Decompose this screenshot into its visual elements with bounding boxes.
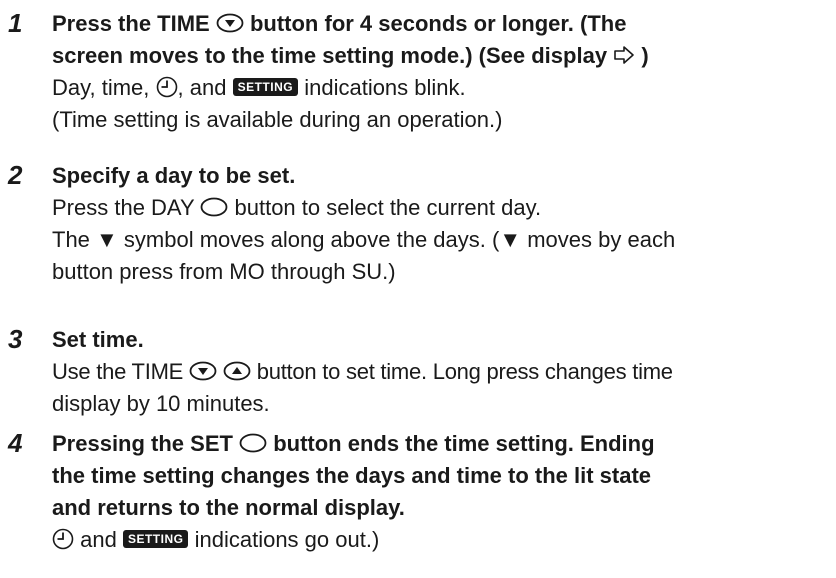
heading-text: Pressing the SET — [52, 431, 233, 456]
step-body-line: and SETTING indications go out.) — [52, 524, 826, 556]
step-heading: Specify a day to be set. — [52, 163, 296, 188]
blank-oval-button-icon — [239, 433, 267, 453]
step-body-line: (Time setting is available during an ope… — [52, 107, 503, 132]
heading-text: ) — [641, 43, 649, 68]
clock-icon — [52, 528, 74, 550]
instruction-page: 1 Press the TIME button for 4 seconds or… — [0, 0, 836, 578]
step-content: Specify a day to be set. Press the DAY b… — [52, 160, 826, 288]
heading-text: screen moves to the time setting mode.) … — [52, 43, 608, 68]
step-content: Pressing the SET button ends the time se… — [52, 428, 826, 556]
body-text: button to set time. Long press changes t… — [256, 359, 673, 384]
down-arrow-button-icon — [189, 361, 217, 381]
body-text: indications blink. — [304, 75, 466, 100]
outline-arrow-right-icon — [613, 45, 635, 65]
step-heading-line: Press the TIME button for 4 seconds or l… — [52, 8, 826, 40]
step-heading-line: Pressing the SET button ends the time se… — [52, 428, 826, 460]
body-text: indications go out.) — [194, 527, 380, 552]
heading-text: Press the TIME — [52, 11, 210, 36]
body-text: and — [80, 527, 117, 552]
step-heading-line: and returns to the normal display. — [52, 495, 405, 520]
body-text: button to select the current day. — [234, 195, 542, 220]
heading-text: button ends the time setting. Ending — [273, 431, 655, 456]
step-number: 2 — [8, 160, 23, 190]
body-text: Press the DAY — [52, 195, 195, 220]
blank-oval-button-icon — [200, 197, 228, 217]
body-text: Use the TIME — [52, 359, 184, 384]
step-body-line: Day, time, , and SETTING indications bli… — [52, 72, 826, 104]
step-body-line: Press the DAY button to select the curre… — [52, 192, 826, 224]
step-heading-line: screen moves to the time setting mode.) … — [52, 40, 826, 72]
step-heading-line: the time setting changes the days and ti… — [52, 463, 652, 488]
heading-text: button for 4 seconds or longer. (The — [249, 11, 627, 36]
step-body-line: The ▼ symbol moves along above the days.… — [52, 227, 676, 252]
down-arrow-button-icon — [216, 13, 244, 33]
clock-icon — [156, 76, 178, 98]
body-text: Day, time, — [52, 75, 150, 100]
step-body-line: display by 10 minutes. — [52, 391, 270, 416]
step-number: 1 — [8, 8, 23, 38]
step-body-line: Use the TIME button to set time. Long pr… — [52, 356, 826, 388]
step-number: 3 — [8, 324, 23, 354]
setting-badge: SETTING — [122, 530, 189, 549]
step-content: Press the TIME button for 4 seconds or l… — [52, 8, 826, 136]
step-body-line: button press from MO through SU.) — [52, 259, 396, 284]
setting-badge: SETTING — [232, 78, 299, 97]
step-content: Set time. Use the TIME button to set tim… — [52, 324, 826, 420]
step-heading: Set time. — [52, 327, 144, 352]
body-text: , and — [177, 75, 227, 100]
step-number: 4 — [8, 428, 23, 458]
up-arrow-button-icon — [223, 361, 251, 381]
